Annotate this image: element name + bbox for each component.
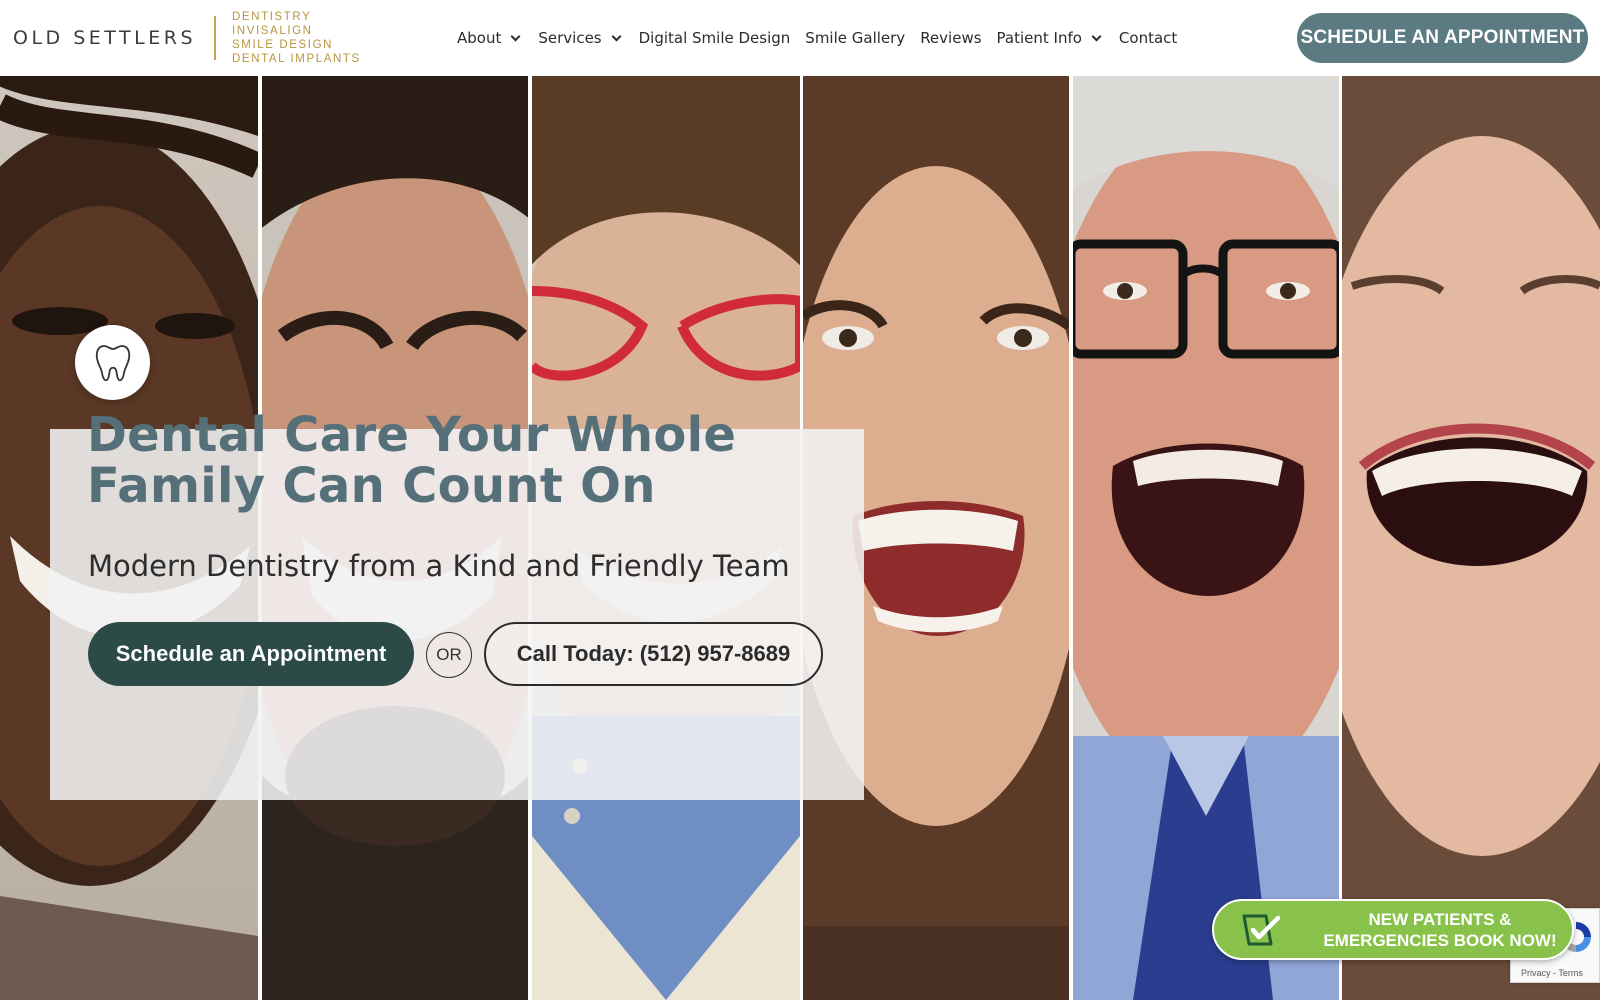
nav-item-services[interactable]: Services	[538, 29, 623, 47]
book-now-text: NEW PATIENTS & EMERGENCIES BOOK NOW!	[1310, 909, 1570, 951]
logo-service-dental-implants: DENTAL IMPLANTS	[232, 53, 361, 65]
calendar-check-icon	[1242, 914, 1281, 946]
nav-item-label: Reviews	[920, 29, 982, 47]
nav-item-smile-gallery[interactable]: Smile Gallery	[805, 29, 905, 47]
hero-subheadline: Modern Dentistry from a Kind and Friendl…	[88, 549, 790, 583]
nav-item-label: Services	[538, 29, 602, 47]
nav-item-label: Digital Smile Design	[638, 29, 791, 47]
chevron-down-icon	[510, 31, 521, 41]
nav-item-contact[interactable]: Contact	[1119, 29, 1177, 47]
recaptcha-privacy-link[interactable]: Privacy	[1521, 968, 1551, 978]
tooth-badge	[75, 325, 150, 400]
logo-service-smile-design: SMILE DESIGN	[232, 39, 334, 51]
hero-headline-line-1: Dental Care Your Whole	[87, 407, 737, 463]
nav-item-patient-info[interactable]: Patient Info	[997, 29, 1104, 47]
hero-headline: Dental Care Your Whole Family Can Count …	[87, 410, 847, 512]
recaptcha-terms-link[interactable]: Terms	[1558, 968, 1583, 978]
hero-call-button[interactable]: Call Today: (512) 957-8689	[484, 622, 823, 686]
hero-schedule-button[interactable]: Schedule an Appointment	[88, 622, 414, 686]
book-now-badge[interactable]: NEW PATIENTS & EMERGENCIES BOOK NOW!	[1212, 899, 1574, 960]
hero-photo-strip-6	[1342, 76, 1600, 1000]
logo-service-invisalign: INVISALIGN	[232, 25, 313, 37]
nav-item-label: Contact	[1118, 29, 1178, 47]
logo-divider	[214, 16, 217, 60]
nav-item-about[interactable]: About	[457, 29, 523, 47]
hero-headline-line-2: Family Can Count On	[87, 458, 656, 514]
chevron-down-icon	[1091, 31, 1102, 41]
site-header: OLD SETTLERS DENTISTRY INVISALIGN SMILE …	[0, 0, 1600, 76]
header-schedule-button[interactable]: SCHEDULE AN APPOINTMENT	[1297, 13, 1588, 63]
recaptcha-links: Privacy - Terms	[1521, 968, 1583, 978]
book-now-line-2: EMERGENCIES BOOK NOW!	[1323, 931, 1557, 950]
nav-item-label: About	[457, 29, 502, 47]
hero-section: Dental Care Your Whole Family Can Count …	[0, 76, 1600, 1000]
site-logo[interactable]: OLD SETTLERS DENTISTRY INVISALIGN SMILE …	[13, 8, 361, 68]
logo-service-dentistry: DENTISTRY	[232, 11, 312, 23]
nav-item-reviews[interactable]: Reviews	[920, 29, 981, 47]
hero-photo-strip-5	[1073, 76, 1339, 1000]
nav-item-label: Patient Info	[996, 29, 1082, 47]
main-nav: About Services Digital Smile Design Smil…	[457, 26, 1192, 50]
logo-name: OLD SETTLERS	[13, 27, 197, 49]
nav-item-digital-smile-design[interactable]: Digital Smile Design	[639, 29, 791, 47]
tooth-icon	[95, 344, 130, 381]
nav-item-label: Smile Gallery	[805, 29, 906, 47]
book-now-line-1: NEW PATIENTS &	[1368, 910, 1512, 929]
logo-services: DENTISTRY INVISALIGN SMILE DESIGN DENTAL…	[232, 10, 361, 66]
chevron-down-icon	[611, 31, 622, 41]
or-divider: OR	[426, 632, 472, 678]
